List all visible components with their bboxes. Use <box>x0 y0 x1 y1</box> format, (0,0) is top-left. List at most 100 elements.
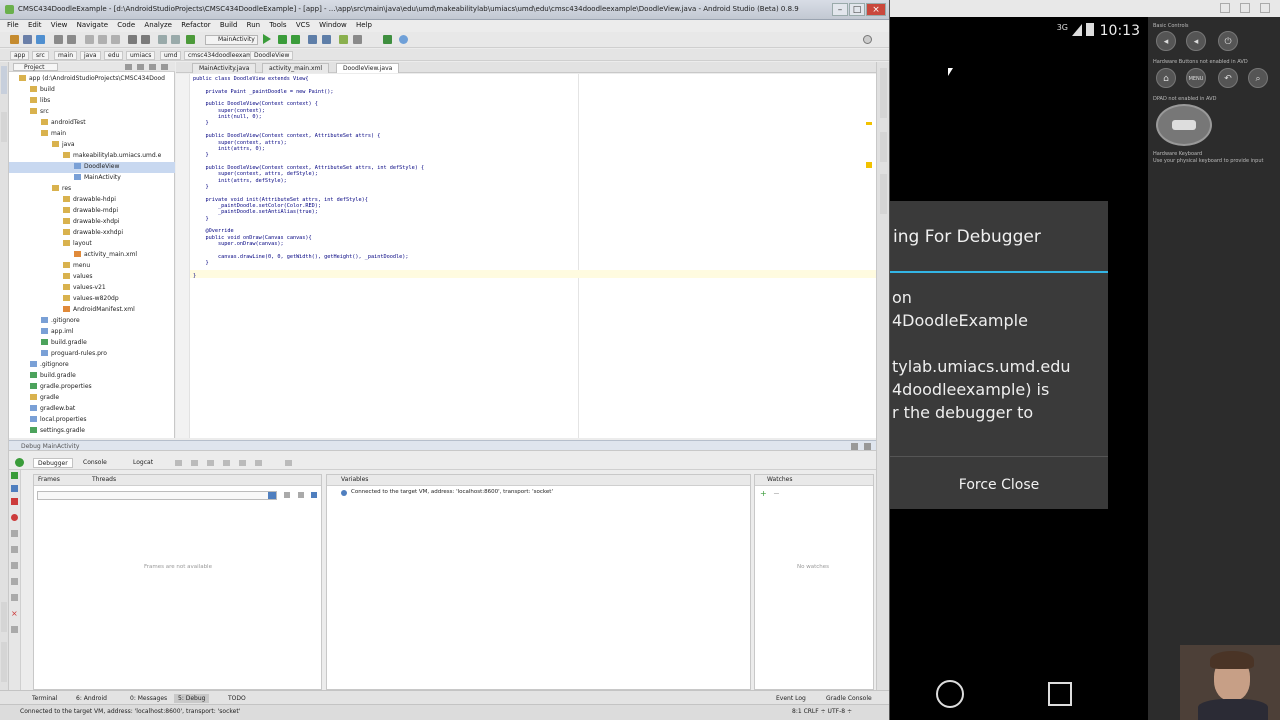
remove-watch-icon[interactable]: − <box>773 489 780 498</box>
back-icon[interactable]: ↶ <box>1218 68 1238 88</box>
tree-item[interactable]: gradlew.bat <box>9 404 175 415</box>
chevron-down-icon[interactable] <box>268 492 276 499</box>
search-icon[interactable] <box>863 35 872 44</box>
force-close-button[interactable]: Force Close <box>890 457 1108 509</box>
breadcrumb-main[interactable]: main <box>54 51 77 60</box>
up-arrow-icon[interactable] <box>284 492 290 498</box>
view-breakpoints-icon[interactable] <box>11 514 18 521</box>
breadcrumb-edu[interactable]: edu <box>104 51 124 60</box>
tree-item[interactable]: main <box>9 129 175 140</box>
settings-icon[interactable] <box>11 562 18 569</box>
tab-debugger[interactable]: Debugger <box>33 458 73 468</box>
make-icon[interactable] <box>186 35 195 44</box>
collapse-icon[interactable] <box>137 64 144 70</box>
tree-item[interactable]: settings.gradle <box>9 426 175 437</box>
sdk-manager-icon[interactable] <box>322 35 331 44</box>
tree-item[interactable]: DoodleView <box>9 162 175 173</box>
pin-icon[interactable] <box>11 594 18 601</box>
tree-item[interactable]: res <box>9 184 175 195</box>
tree-item[interactable]: MainActivity <box>9 173 175 184</box>
help-icon[interactable] <box>399 35 408 44</box>
tree-item[interactable]: .gitignore <box>9 316 175 327</box>
warning-marker[interactable] <box>866 162 872 168</box>
back-icon[interactable] <box>158 35 167 44</box>
tree-item[interactable]: app.iml <box>9 327 175 338</box>
forward-icon[interactable] <box>171 35 180 44</box>
tab-frames[interactable]: Frames <box>38 475 60 485</box>
build-variants-tool-tab[interactable] <box>1 642 7 682</box>
mute-breakpoints-icon[interactable] <box>11 530 18 537</box>
tree-item[interactable]: androidTest <box>9 118 175 129</box>
maximize-button[interactable]: □ <box>849 3 865 16</box>
redo-icon[interactable] <box>67 35 76 44</box>
step-into-icon[interactable] <box>191 460 198 466</box>
close-button[interactable] <box>1260 3 1270 13</box>
tree-item[interactable]: drawable-xxhdpi <box>9 228 175 239</box>
recent-apps-button[interactable] <box>1048 682 1072 706</box>
tab-todo[interactable]: TODO <box>224 694 250 703</box>
code-editor[interactable]: public class DoodleView extends View{ pr… <box>176 74 876 438</box>
tab-threads[interactable]: Threads <box>92 475 116 485</box>
tab-terminal[interactable]: Terminal <box>28 694 61 703</box>
close-button[interactable]: × <box>866 3 886 16</box>
menu-help[interactable]: Help <box>356 20 372 29</box>
filter-icon[interactable] <box>311 492 317 498</box>
menu-analyze[interactable]: Analyze <box>144 20 172 29</box>
coverage-icon[interactable] <box>291 35 300 44</box>
undo-icon[interactable] <box>54 35 63 44</box>
tree-item[interactable]: drawable-xhdpi <box>9 217 175 228</box>
breadcrumb-src[interactable]: src <box>32 51 49 60</box>
hide-icon[interactable] <box>864 443 871 450</box>
tree-item[interactable]: .gitignore <box>9 360 175 371</box>
run-config-select[interactable]: MainActivity <box>205 35 258 45</box>
add-watch-icon[interactable]: + <box>760 489 767 498</box>
pause-icon[interactable] <box>11 485 18 492</box>
structure-tool-tab[interactable] <box>1 112 7 142</box>
tab-mainactivity-java[interactable]: MainActivity.java <box>192 63 257 73</box>
gradle-tool-tab[interactable] <box>880 132 887 162</box>
tree-item[interactable]: src <box>9 107 175 118</box>
tab-debug[interactable]: 5: Debug <box>174 694 210 703</box>
tree-item[interactable]: libs <box>9 96 175 107</box>
save-icon[interactable] <box>23 35 32 44</box>
get-thread-dump-icon[interactable] <box>11 546 18 553</box>
close-icon[interactable]: × <box>11 610 18 618</box>
menu-build[interactable]: Build <box>220 20 238 29</box>
menu-button[interactable]: MENU <box>1186 68 1206 88</box>
tree-item[interactable]: proguard-rules.pro <box>9 349 175 360</box>
tree-item[interactable]: gradle <box>9 393 175 404</box>
menu-navigate[interactable]: Navigate <box>77 20 108 29</box>
status-position[interactable]: 8:1 CRLF ÷ UTF-8 ÷ <box>792 708 852 715</box>
menu-view[interactable]: View <box>51 20 68 29</box>
tab-activity-main-xml[interactable]: activity_main.xml <box>262 63 330 73</box>
dpad-control[interactable] <box>1156 104 1212 146</box>
layout-icon[interactable] <box>285 460 292 466</box>
breadcrumb-umiacs[interactable]: umiacs <box>126 51 156 60</box>
tree-item[interactable]: values <box>9 272 175 283</box>
tree-item[interactable]: java <box>9 140 175 151</box>
tree-item[interactable]: AndroidManifest.xml <box>9 305 175 316</box>
thread-select[interactable] <box>37 491 277 500</box>
paste-icon[interactable] <box>111 35 120 44</box>
android-icon[interactable] <box>383 35 392 44</box>
minimize-button[interactable]: – <box>832 3 848 16</box>
project-view-select[interactable]: Project <box>13 63 58 71</box>
avd-manager-icon[interactable] <box>308 35 317 44</box>
tree-item[interactable]: build.gradle <box>9 371 175 382</box>
step-over-icon[interactable] <box>175 460 182 466</box>
maven-projects-tool-tab[interactable] <box>880 68 887 118</box>
down-arrow-icon[interactable] <box>298 492 304 498</box>
force-step-into-icon[interactable] <box>207 460 214 466</box>
breadcrumb-class[interactable]: DoodleView <box>250 51 294 60</box>
android-device-icon[interactable] <box>339 35 348 44</box>
home-icon[interactable]: ⌂ <box>1156 68 1176 88</box>
restore-layout-icon[interactable] <box>11 578 18 585</box>
dpad-center[interactable] <box>1172 120 1196 130</box>
gear-icon[interactable] <box>851 443 858 450</box>
cut-icon[interactable] <box>85 35 94 44</box>
tab-event-log[interactable]: Event Log <box>772 694 810 703</box>
breadcrumb-umd[interactable]: umd <box>160 51 182 60</box>
tree-item[interactable]: layout <box>9 239 175 250</box>
breadcrumb-java[interactable]: java <box>80 51 101 60</box>
breadcrumb-app[interactable]: app <box>10 51 30 60</box>
